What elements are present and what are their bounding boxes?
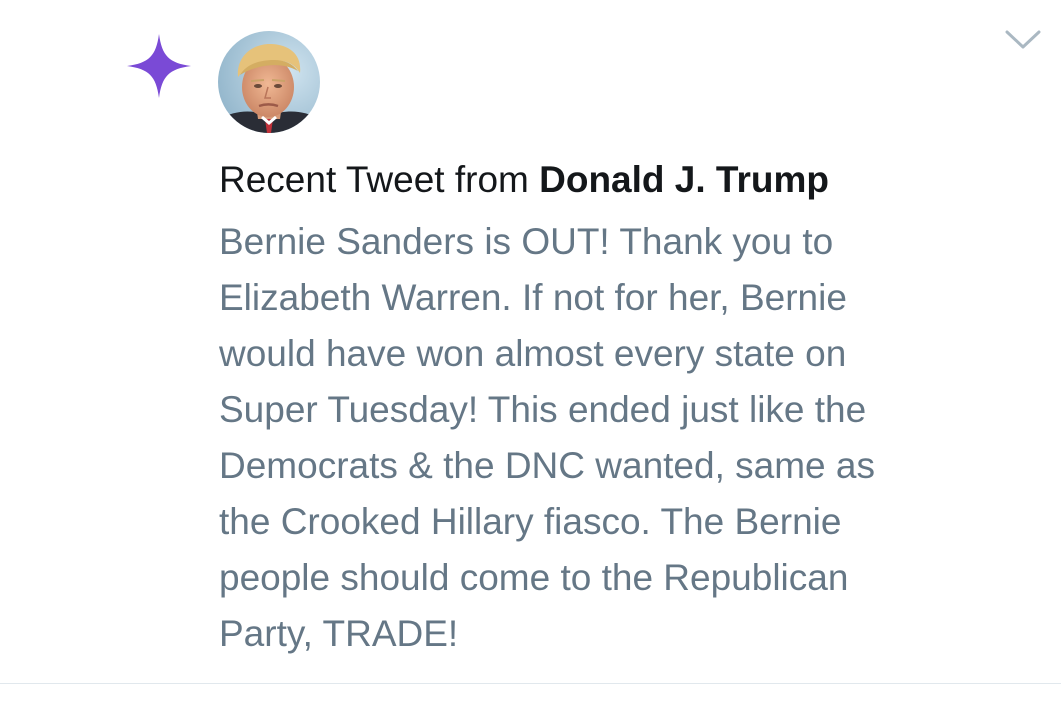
chevron-down-icon[interactable] [1004, 28, 1042, 52]
tweet-line: the Crooked Hillary fiasco. The Bernie [219, 501, 842, 542]
tweet-notification[interactable]: Recent Tweet from Donald J. Trump Bernie… [0, 0, 1061, 701]
tweet-line: Bernie Sanders is OUT! Thank you to [219, 221, 834, 262]
avatar[interactable] [218, 31, 320, 133]
tweet-line: Democrats & the DNC wanted, same as [219, 445, 875, 486]
spark-icon [127, 34, 191, 98]
headline-prefix: Recent Tweet from [219, 159, 540, 200]
tweet-line: people should come to the Republican [219, 557, 849, 598]
tweet-line: would have won almost every state on [219, 333, 847, 374]
avatar-image [218, 31, 320, 133]
notification-headline: Recent Tweet from Donald J. Trump [219, 155, 829, 205]
tweet-line: Super Tuesday! This ended just like the [219, 389, 867, 430]
tweet-line: Party, TRADE! [219, 613, 459, 654]
author-name[interactable]: Donald J. Trump [539, 159, 829, 200]
divider [0, 683, 1061, 684]
tweet-text[interactable]: Bernie Sanders is OUT! Thank you to Eliz… [219, 214, 1019, 662]
tweet-line: Elizabeth Warren. If not for her, Bernie [219, 277, 847, 318]
